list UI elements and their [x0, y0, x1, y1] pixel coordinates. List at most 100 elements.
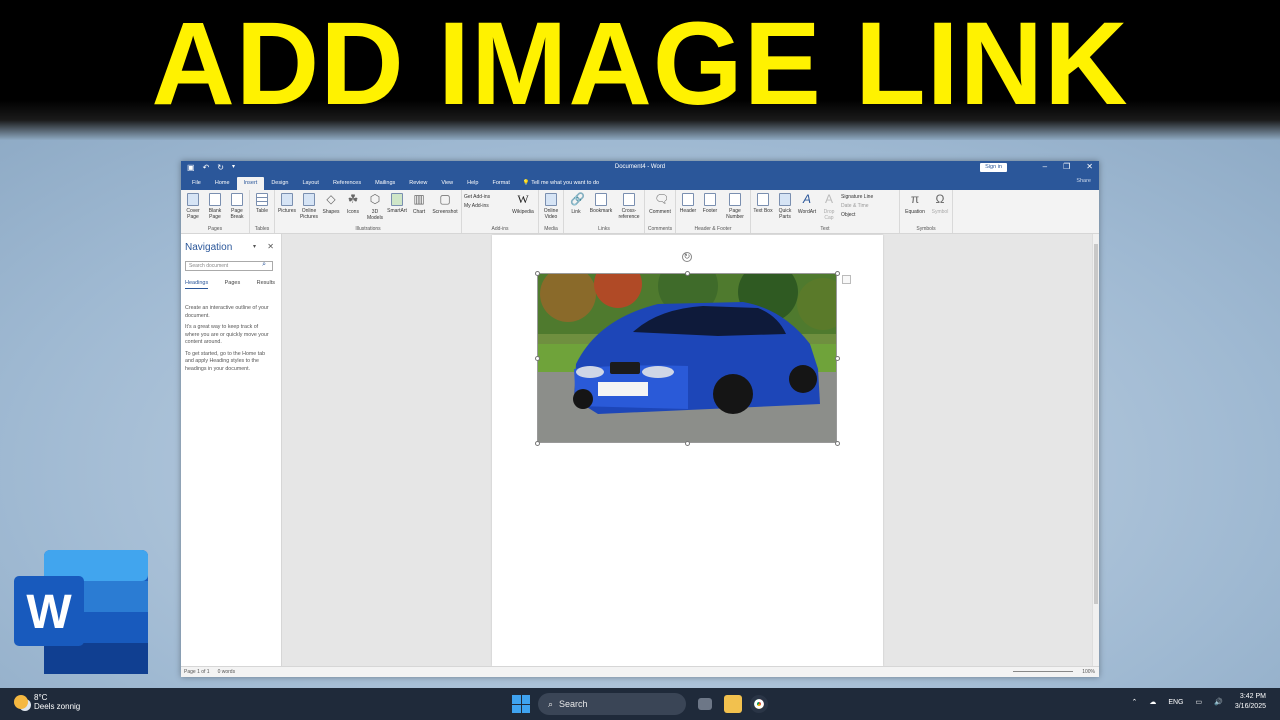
selected-car-image[interactable]	[537, 273, 837, 443]
object-button[interactable]: Object	[841, 212, 897, 218]
tab-insert[interactable]: Insert	[236, 177, 265, 190]
search-icon[interactable]: ⌕	[262, 261, 266, 268]
task-view-icon[interactable]	[698, 698, 712, 710]
share-button[interactable]: Share	[1076, 178, 1091, 184]
resize-handle[interactable]	[835, 356, 840, 361]
tab-file[interactable]: File	[185, 177, 208, 190]
rotate-handle-icon[interactable]: ↻	[682, 252, 692, 262]
temperature: 8°C	[34, 693, 48, 702]
resize-handle[interactable]	[535, 271, 540, 276]
chart-button[interactable]: ▥ Chart	[409, 192, 429, 225]
network-icon[interactable]: ▭	[1196, 698, 1203, 706]
onedrive-icon[interactable]: ☁	[1149, 698, 1156, 706]
layout-options-icon[interactable]	[842, 275, 851, 284]
my-add-ins-button[interactable]: My Add-ins	[464, 203, 508, 209]
zoom-level[interactable]: 100%	[1082, 669, 1095, 675]
close-icon[interactable]: ✕	[267, 242, 274, 251]
wordart-button[interactable]: A WordArt	[797, 192, 817, 225]
link-button[interactable]: 🔗 Link	[566, 192, 586, 225]
chart-icon: ▥	[413, 192, 425, 206]
wikipedia-icon: W	[517, 192, 529, 206]
shapes-button[interactable]: ◇ Shapes	[321, 192, 341, 225]
volume-icon[interactable]: 🔊	[1214, 698, 1223, 706]
tab-layout[interactable]: Layout	[295, 177, 326, 190]
vertical-scrollbar[interactable]	[1092, 234, 1099, 666]
resize-handle[interactable]	[685, 441, 690, 446]
cross-reference-button[interactable]: Cross-reference	[616, 192, 642, 225]
resize-handle[interactable]	[835, 271, 840, 276]
tab-references[interactable]: References	[326, 177, 368, 190]
resize-handle[interactable]	[535, 441, 540, 446]
chevron-up-icon[interactable]: ⌃	[1131, 698, 1137, 706]
word-count[interactable]: 0 words	[218, 669, 236, 675]
drop-cap-button[interactable]: A Drop Cap	[819, 192, 839, 225]
search-input[interactable]: Search document ⌕	[185, 261, 273, 271]
pictures-icon	[281, 193, 293, 206]
tab-design[interactable]: Design	[264, 177, 295, 190]
wikipedia-button[interactable]: W Wikipedia	[510, 192, 536, 225]
table-button[interactable]: Table	[252, 192, 272, 225]
tab-view[interactable]: View	[434, 177, 460, 190]
page-count[interactable]: Page 1 of 1	[184, 669, 210, 675]
resize-handle[interactable]	[535, 356, 540, 361]
bookmark-button[interactable]: Bookmark	[588, 192, 614, 225]
comment-button[interactable]: 🗨 Comment	[647, 192, 673, 225]
icons-button[interactable]: ☘ Icons	[343, 192, 363, 225]
group-label: Comments	[647, 226, 673, 232]
tell-me-search[interactable]: 💡 Tell me what you want to do	[517, 177, 605, 190]
footer-button[interactable]: Footer	[700, 192, 720, 225]
scrollbar-thumb[interactable]	[1094, 244, 1098, 604]
tab-pages[interactable]: Pages	[225, 280, 241, 289]
get-add-ins-button[interactable]: Get Add-ins	[464, 194, 508, 200]
blank-page-button[interactable]: Blank Page	[205, 192, 225, 225]
drop-cap-icon: A	[824, 192, 833, 206]
restore-icon[interactable]: ❐	[1063, 162, 1070, 171]
close-icon[interactable]: ✕	[1086, 162, 1093, 171]
file-explorer-icon[interactable]	[724, 695, 742, 713]
date: 3/16/2025	[1234, 703, 1266, 710]
cover-page-button[interactable]: Cover Page	[183, 192, 203, 225]
online-pictures-button[interactable]: Online Pictures	[299, 192, 319, 225]
video-banner: ADD IMAGE LINK	[0, 0, 1280, 140]
resize-handle[interactable]	[685, 271, 690, 276]
sign-in-button[interactable]: Sign in	[980, 163, 1007, 172]
date-time-button[interactable]: Date & Time	[841, 203, 897, 209]
page-number-button[interactable]: Page Number	[722, 192, 748, 225]
page-break-button[interactable]: Page Break	[227, 192, 247, 225]
tab-headings[interactable]: Headings	[185, 280, 209, 289]
zoom-slider[interactable]	[1013, 671, 1073, 672]
tab-review[interactable]: Review	[402, 177, 434, 190]
document-page[interactable]: ↻	[492, 235, 883, 666]
equation-button[interactable]: π Equation	[902, 192, 928, 225]
resize-handle[interactable]	[835, 441, 840, 446]
smartart-button[interactable]: SmartArt	[387, 192, 407, 225]
car-photo	[538, 274, 836, 442]
screenshot-icon: ▢	[439, 192, 451, 206]
online-video-button[interactable]: Online Video	[541, 192, 561, 225]
clock[interactable]: 3:42 PM 3/16/2025	[1235, 692, 1266, 712]
chrome-icon[interactable]	[750, 695, 768, 713]
language-indicator[interactable]: ENG	[1168, 699, 1183, 706]
screenshot-button[interactable]: ▢ Screenshot	[431, 192, 459, 225]
tab-help[interactable]: Help	[460, 177, 485, 190]
3d-models-button[interactable]: ⬡ 3D Models	[365, 192, 385, 225]
online-pictures-icon	[303, 193, 315, 206]
minimize-icon[interactable]: –	[1043, 162, 1047, 171]
header-button[interactable]: Header	[678, 192, 698, 225]
word-logo-icon: W	[14, 550, 148, 674]
help-paragraph: It's a great way to keep track of where …	[185, 324, 269, 345]
tab-home[interactable]: Home	[208, 177, 237, 190]
tab-format[interactable]: Format	[485, 177, 516, 190]
chevron-down-icon[interactable]: ▾	[253, 243, 256, 250]
tab-results[interactable]: Results	[257, 280, 275, 289]
pictures-button[interactable]: Pictures	[277, 192, 297, 225]
text-box-button[interactable]: Text Box	[753, 192, 773, 225]
help-paragraph: To get started, go to the Home tab and a…	[185, 350, 266, 372]
tab-mailings[interactable]: Mailings	[368, 177, 402, 190]
quick-parts-button[interactable]: Quick Parts	[775, 192, 795, 225]
signature-line-button[interactable]: Signature Line	[841, 194, 897, 200]
symbol-button[interactable]: Ω Symbol	[930, 192, 950, 225]
taskbar-search[interactable]: ⌕ Search	[538, 693, 686, 715]
start-button-icon[interactable]	[512, 695, 530, 713]
weather-widget[interactable]: 8°C Deels zonnig	[14, 693, 80, 711]
